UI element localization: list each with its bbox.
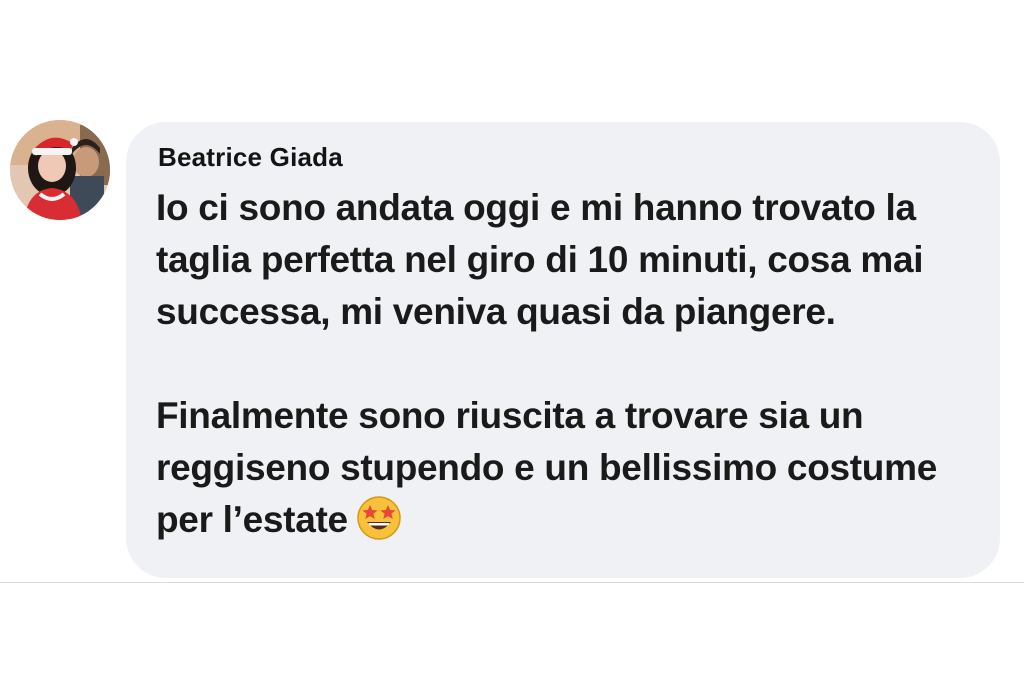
comment-row: Beatrice Giada Io ci sono andata oggi e …	[0, 0, 1024, 683]
comment-author[interactable]: Beatrice Giada	[158, 142, 343, 173]
comment-paragraph-2: Finalmente sono riuscita a trovare sia u…	[156, 390, 986, 546]
avatar-photo	[10, 120, 110, 220]
comment-bubble: Beatrice Giada Io ci sono andata oggi e …	[126, 122, 1000, 578]
comment-paragraph-1: Io ci sono andata oggi e mi hanno trovat…	[156, 187, 924, 332]
star-struck-emoji-icon	[356, 495, 402, 541]
comment-paragraph-2-text: Finalmente sono riuscita a trovare sia u…	[156, 395, 937, 540]
comment-text: Io ci sono andata oggi e mi hanno trovat…	[156, 182, 986, 546]
bottom-divider	[0, 582, 1024, 583]
avatar[interactable]	[10, 120, 110, 220]
